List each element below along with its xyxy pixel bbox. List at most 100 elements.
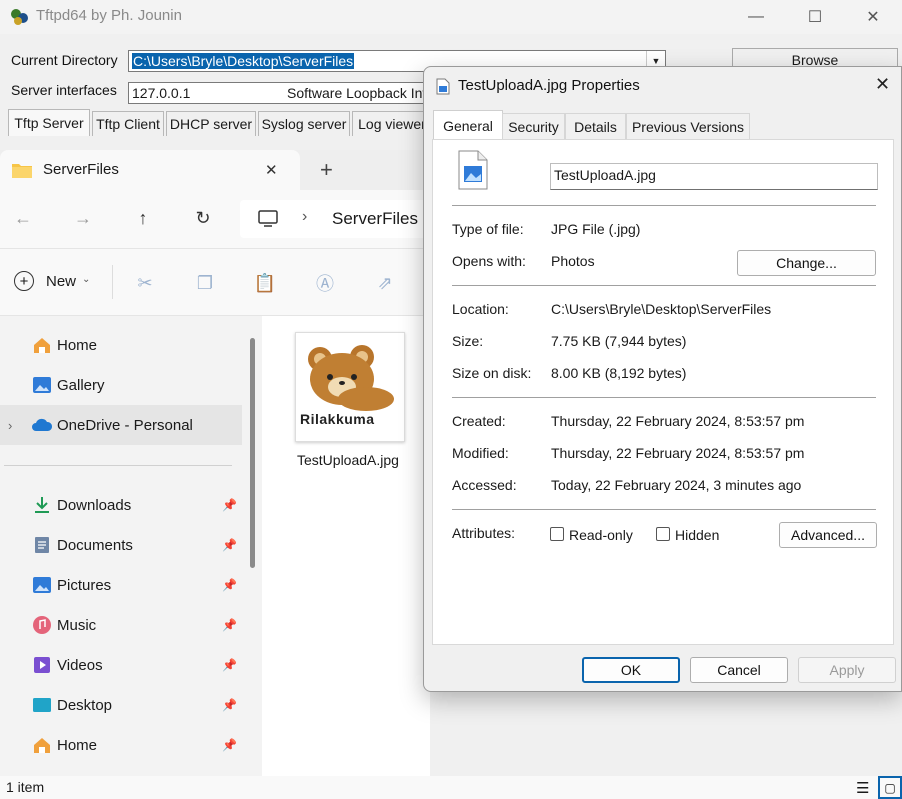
tab-dhcp-server[interactable]: DHCP server xyxy=(166,111,256,136)
separator xyxy=(452,397,876,398)
pin-icon[interactable]: 📌 xyxy=(222,538,237,552)
tftpd-titlebar[interactable]: Tftpd64 by Ph. Jounin — ☐ ✕ xyxy=(0,0,902,34)
copy-icon[interactable]: ❐ xyxy=(191,269,219,297)
address-bar[interactable]: › ServerFiles xyxy=(240,200,440,238)
pin-icon[interactable]: 📌 xyxy=(222,498,237,512)
server-interfaces-label: Server interfaces xyxy=(11,82,117,98)
onedrive-icon xyxy=(31,414,53,436)
close-button[interactable]: ✕ xyxy=(844,0,902,34)
ok-button[interactable]: OK xyxy=(582,657,680,683)
dialog-title: TestUploadA.jpg Properties xyxy=(458,77,640,94)
tab-tftp-client[interactable]: Tftp Client xyxy=(92,111,164,136)
nav-label: Music xyxy=(57,616,97,634)
maximize-button[interactable]: ☐ xyxy=(786,0,844,34)
cancel-button[interactable]: Cancel xyxy=(690,657,788,683)
apply-button[interactable]: Apply xyxy=(798,657,896,683)
pictures-icon xyxy=(31,574,53,596)
tftpd-app-icon xyxy=(11,9,28,25)
new-button[interactable]: + New ⌄ xyxy=(14,271,104,295)
breadcrumb-separator: › xyxy=(302,208,308,225)
minimize-button[interactable]: — xyxy=(727,0,785,34)
type-value: JPG File (.jpg) xyxy=(551,221,641,237)
accessed-value: Today, 22 February 2024, 3 minutes ago xyxy=(551,477,802,493)
nav-item-downloads[interactable]: Downloads 📌 xyxy=(0,485,242,525)
location-value: C:\Users\Bryle\Desktop\ServerFiles xyxy=(551,301,772,317)
advanced-button[interactable]: Advanced... xyxy=(779,522,877,548)
paste-icon[interactable]: 📋 xyxy=(251,269,279,297)
readonly-checkbox[interactable]: Read-only xyxy=(550,525,650,545)
downloads-icon xyxy=(31,494,53,516)
tab-security[interactable]: Security xyxy=(502,113,565,139)
properties-dialog: TestUploadA.jpg Properties ✕ General Sec… xyxy=(423,66,902,692)
nav-item-pictures[interactable]: Pictures 📌 xyxy=(0,565,242,605)
command-bar: + New ⌄ ✂ ❐ 📋 Ⓐ ⇗ xyxy=(0,248,430,316)
nav-item-desktop[interactable]: Desktop 📌 xyxy=(0,685,242,725)
cut-icon[interactable]: ✂ xyxy=(131,269,159,297)
new-tab-icon[interactable]: + xyxy=(320,157,333,183)
large-icons-view-icon[interactable]: ▢ xyxy=(878,776,902,799)
separator xyxy=(452,205,876,206)
created-label: Created: xyxy=(452,413,506,429)
minimize-icon: — xyxy=(748,8,764,25)
tab-close-icon[interactable]: ✕ xyxy=(265,161,278,179)
dialog-close-icon[interactable]: ✕ xyxy=(875,74,890,95)
general-panel: TestUploadA.jpg Type of file: JPG File (… xyxy=(432,139,894,645)
server-interface-ip: 127.0.0.1 xyxy=(132,85,191,101)
tab-log-viewer[interactable]: Log viewer xyxy=(352,111,432,136)
pin-icon[interactable]: 📌 xyxy=(222,618,237,632)
size-on-disk-label: Size on disk: xyxy=(452,365,532,381)
change-button[interactable]: Change... xyxy=(737,250,876,276)
nav-item-gallery[interactable]: Gallery xyxy=(0,365,242,405)
status-bar: 1 item ☰ ▢ xyxy=(0,776,902,799)
hidden-label: Hidden xyxy=(675,527,720,543)
file-name: TestUploadA.jpg xyxy=(297,452,399,468)
pin-icon[interactable]: 📌 xyxy=(222,698,237,712)
opens-with-value: Photos xyxy=(551,253,595,269)
details-view-icon[interactable]: ☰ xyxy=(856,779,869,797)
breadcrumb-current[interactable]: ServerFiles xyxy=(332,209,418,229)
tab-general[interactable]: General xyxy=(433,110,503,140)
file-icon xyxy=(436,78,450,95)
divider xyxy=(4,465,232,466)
share-icon[interactable]: ⇗ xyxy=(371,269,399,297)
forward-arrow-icon[interactable]: → xyxy=(67,202,99,234)
gallery-icon xyxy=(31,374,53,396)
checkbox-box xyxy=(656,527,670,541)
divider xyxy=(112,265,113,299)
nav-item-home-2[interactable]: Home 📌 xyxy=(0,725,242,765)
file-item[interactable]: Rilakkuma TestUploadA.jpg xyxy=(294,332,405,472)
pin-icon[interactable]: 📌 xyxy=(222,658,237,672)
hidden-checkbox[interactable]: Hidden xyxy=(656,525,736,545)
nav-label: OneDrive - Personal xyxy=(57,416,193,434)
tab-syslog-server[interactable]: Syslog server xyxy=(258,111,350,136)
back-arrow-icon[interactable]: ← xyxy=(7,202,39,234)
nav-scrollbar[interactable] xyxy=(250,338,255,568)
nav-label: Gallery xyxy=(57,376,105,394)
separator xyxy=(452,509,876,510)
refresh-icon[interactable]: ↻ xyxy=(187,202,219,234)
nav-item-home[interactable]: Home xyxy=(0,325,242,365)
pin-icon[interactable]: 📌 xyxy=(222,738,237,752)
up-arrow-icon[interactable]: ↑ xyxy=(127,202,159,234)
nav-item-music[interactable]: Music 📌 xyxy=(0,605,242,645)
pin-icon[interactable]: 📌 xyxy=(222,578,237,592)
tab-previous-versions[interactable]: Previous Versions xyxy=(626,113,750,139)
location-label: Location: xyxy=(452,301,509,317)
nav-item-videos[interactable]: Videos 📌 xyxy=(0,645,242,685)
rename-icon[interactable]: Ⓐ xyxy=(311,269,339,297)
close-icon: ✕ xyxy=(866,9,880,26)
home-icon xyxy=(31,334,53,356)
created-value: Thursday, 22 February 2024, 8:53:57 pm xyxy=(551,413,805,429)
server-interface-name: Software Loopback Int xyxy=(287,85,427,101)
nav-item-documents[interactable]: Documents 📌 xyxy=(0,525,242,565)
server-interfaces-combo[interactable]: 127.0.0.1 Software Loopback Int xyxy=(128,82,428,104)
nav-label: Videos xyxy=(57,656,103,674)
size-value: 7.75 KB (7,944 bytes) xyxy=(551,333,687,349)
tab-details[interactable]: Details xyxy=(565,113,626,139)
nav-item-onedrive[interactable]: › OneDrive - Personal xyxy=(0,405,242,445)
chevron-right-icon: › xyxy=(8,417,13,433)
tab-tftp-server[interactable]: Tftp Server xyxy=(8,109,90,136)
filename-input[interactable]: TestUploadA.jpg xyxy=(550,163,878,190)
chevron-down-icon: ⌄ xyxy=(82,274,91,285)
explorer-tab[interactable]: ServerFiles ✕ xyxy=(0,150,300,190)
